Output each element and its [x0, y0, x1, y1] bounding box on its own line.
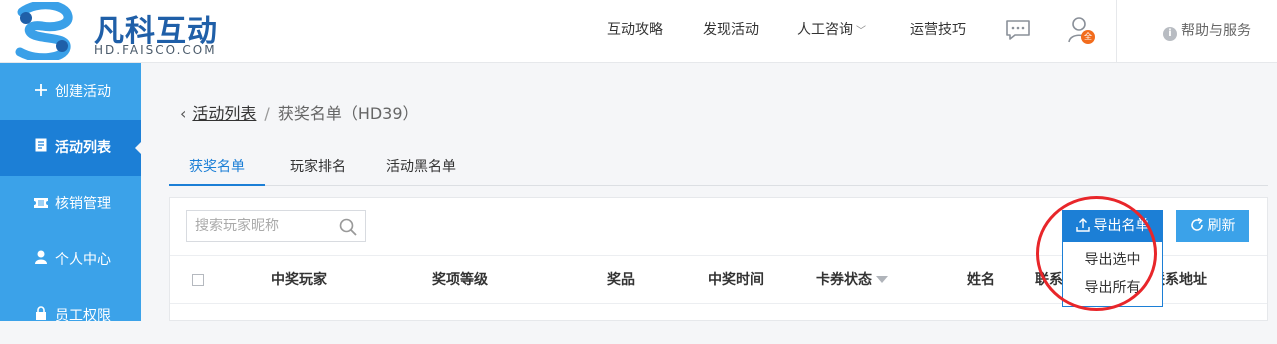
breadcrumb-current: 获奖名单（HD39） [277, 104, 419, 123]
sidebar-item-label: 个人中心 [55, 252, 111, 268]
help-link[interactable]: i 帮助与服务 [1163, 20, 1251, 41]
col-header-coupon-status[interactable]: 卡券状态 [816, 256, 888, 304]
col-header-win-time: 中奖时间 [708, 272, 764, 288]
refresh-label: 刷新 [1207, 218, 1236, 234]
search-input[interactable] [195, 211, 335, 241]
sidebar-item-label: 创建活动 [55, 84, 111, 100]
sidebar-item-label: 活动列表 [55, 140, 111, 156]
refresh-icon [1190, 218, 1203, 231]
sort-down-icon[interactable] [876, 276, 888, 283]
col-header-coupon-status-label: 卡券状态 [816, 272, 872, 288]
tab-ranking[interactable]: 玩家排名 [276, 152, 360, 186]
logo-icon [15, 2, 73, 60]
header-divider [1116, 0, 1117, 63]
tab-bar: 获奖名单 玩家排名 活动黑名单 [169, 152, 1268, 186]
col-header-prize: 奖品 [607, 272, 635, 288]
plus-icon [33, 64, 49, 120]
tab-blacklist[interactable]: 活动黑名单 [372, 152, 470, 186]
lock-icon [33, 288, 49, 344]
sidebar-item-activity-list[interactable]: 活动列表 [0, 120, 142, 176]
chat-icon[interactable] [1005, 19, 1031, 41]
sidebar-item-create[interactable]: 创建活动 [0, 64, 141, 120]
tab-winners[interactable]: 获奖名单 [169, 152, 265, 186]
breadcrumb-separator: / [264, 104, 270, 123]
nav-item-consult-label: 人工咨询 [797, 22, 853, 38]
breadcrumb: ‹ 活动列表 / 获奖名单（HD39） [180, 100, 419, 124]
col-header-prize-level: 奖项等级 [432, 272, 488, 288]
sidebar-item-profile[interactable]: 个人中心 [0, 232, 141, 288]
top-header: 凡科互动 HD.FAISCO.COM 互动攻略 发现活动 人工咨询 ﹀ 运营技巧 … [0, 0, 1277, 63]
brand-logo[interactable]: 凡科互动 HD.FAISCO.COM [8, 2, 228, 60]
sidebar-item-staff[interactable]: 员工权限 [0, 288, 141, 344]
nav-item-consult[interactable]: 人工咨询 ﹀ [797, 0, 866, 62]
nav-item-tips[interactable]: 运营技巧 [910, 0, 966, 60]
ticket-icon [33, 176, 49, 232]
back-chevron-icon[interactable]: ‹ [180, 104, 186, 123]
sidebar-item-label: 员工权限 [55, 308, 111, 324]
annotation-highlight-circle [1036, 196, 1157, 311]
nav-item-discover[interactable]: 发现活动 [703, 0, 759, 60]
sidebar: 创建活动 活动列表 核销管理 个人中心 员工权限 [0, 63, 142, 324]
active-indicator [135, 141, 142, 155]
brand-domain: HD.FAISCO.COM [94, 43, 217, 57]
breadcrumb-parent-link[interactable]: 活动列表 [192, 104, 256, 123]
person-icon [33, 232, 49, 288]
sidebar-item-label: 核销管理 [55, 196, 111, 212]
search-icon[interactable] [339, 218, 357, 236]
nav-item-guide[interactable]: 互动攻略 [607, 0, 663, 60]
user-status-badge: 全 [1081, 30, 1095, 44]
list-icon [33, 120, 49, 176]
chevron-down-icon: ﹀ [856, 26, 866, 37]
refresh-button[interactable]: 刷新 [1176, 210, 1249, 242]
info-icon: i [1163, 27, 1177, 41]
select-all-checkbox[interactable] [192, 274, 204, 286]
help-label: 帮助与服务 [1181, 23, 1251, 39]
col-header-winner: 中奖玩家 [271, 272, 327, 288]
col-header-name: 姓名 [967, 272, 995, 288]
search-box [186, 210, 366, 242]
sidebar-item-redeem[interactable]: 核销管理 [0, 176, 141, 232]
